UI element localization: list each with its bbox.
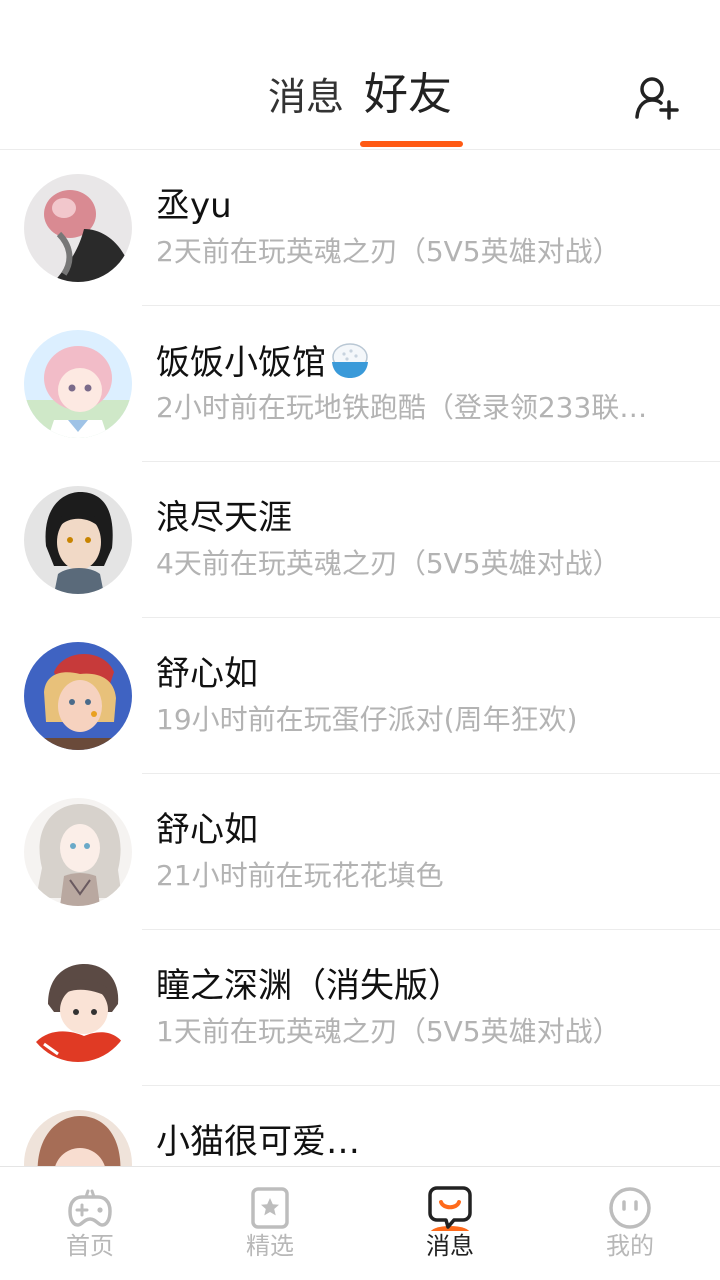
avatar[interactable] [24, 486, 132, 594]
friend-row[interactable]: 舒心如 19小时前在玩蛋仔派对(周年狂欢) [0, 618, 720, 774]
rice-bowl-icon [328, 340, 372, 391]
nav-home[interactable]: 首页 [0, 1167, 180, 1280]
friend-name: 丞yu [156, 186, 232, 226]
friend-status: 4天前在玩英魂之刃（5V5英雄对战） [156, 547, 621, 580]
chat-bubble-icon [428, 1186, 472, 1231]
friend-row[interactable]: 丞yu 2天前在玩英魂之刃（5V5英雄对战） [0, 150, 720, 306]
friend-name: 瞳之深渊（消失版） [156, 966, 462, 1006]
friend-status: 21小时前在玩花花填色 [156, 859, 444, 892]
friend-status: 2天前在玩英魂之刃（5V5英雄对战） [156, 235, 621, 268]
avatar[interactable] [24, 174, 132, 282]
add-user-icon [635, 77, 679, 120]
avatar[interactable] [24, 798, 132, 906]
friend-name: 小猫很可爱… [156, 1122, 360, 1162]
avatar[interactable] [24, 1110, 132, 1166]
top-header: 消息 好友 [0, 0, 720, 150]
nav-label: 消息 [426, 1232, 474, 1260]
nav-label: 精选 [246, 1232, 294, 1260]
friend-row[interactable]: 浪尽天涯 4天前在玩英魂之刃（5V5英雄对战） [0, 462, 720, 618]
friends-screen: 消息 好友 丞yu 2天前在玩英魂之刃（5V5英雄对战） 饭饭小饭馆 2小时前在… [0, 0, 720, 1280]
avatar[interactable] [24, 330, 132, 438]
friend-name: 浪尽天涯 [156, 498, 292, 538]
bottom-nav: 首页 精选 消息 我的 [0, 1166, 720, 1280]
add-friend-button[interactable] [632, 74, 680, 122]
face-icon [609, 1187, 651, 1229]
star-card-icon [251, 1187, 289, 1229]
friend-name: 舒心如 [156, 654, 258, 694]
gamepad-icon [68, 1189, 112, 1227]
friend-name: 舒心如 [156, 810, 258, 850]
friend-row[interactable]: 饭饭小饭馆 2小时前在玩地铁跑酷（登录领233联… [0, 306, 720, 462]
nav-featured[interactable]: 精选 [180, 1167, 360, 1280]
friend-status: 19小时前在玩蛋仔派对(周年狂欢) [156, 703, 578, 736]
active-tab-indicator [360, 141, 463, 147]
avatar[interactable] [24, 954, 132, 1062]
nav-label: 我的 [606, 1232, 654, 1260]
nav-me[interactable]: 我的 [540, 1167, 720, 1280]
avatar[interactable] [24, 642, 132, 750]
friend-status: 2小时前在玩地铁跑酷（登录领233联… [156, 391, 648, 424]
nav-messages[interactable]: 消息 [360, 1167, 540, 1280]
tab-messages[interactable]: 消息 [268, 72, 344, 122]
friend-name: 饭饭小饭馆 [156, 340, 372, 391]
friend-row[interactable]: 小猫很可爱… [0, 1086, 720, 1166]
nav-label: 首页 [66, 1232, 114, 1260]
friend-list: 丞yu 2天前在玩英魂之刃（5V5英雄对战） 饭饭小饭馆 2小时前在玩地铁跑酷（… [0, 150, 720, 1166]
friend-name-text: 饭饭小饭馆 [156, 343, 326, 383]
tab-friends[interactable]: 好友 [364, 70, 452, 120]
friend-row[interactable]: 舒心如 21小时前在玩花花填色 [0, 774, 720, 930]
friend-status: 1天前在玩英魂之刃（5V5英雄对战） [156, 1015, 621, 1048]
friend-row[interactable]: 瞳之深渊（消失版） 1天前在玩英魂之刃（5V5英雄对战） [0, 930, 720, 1086]
